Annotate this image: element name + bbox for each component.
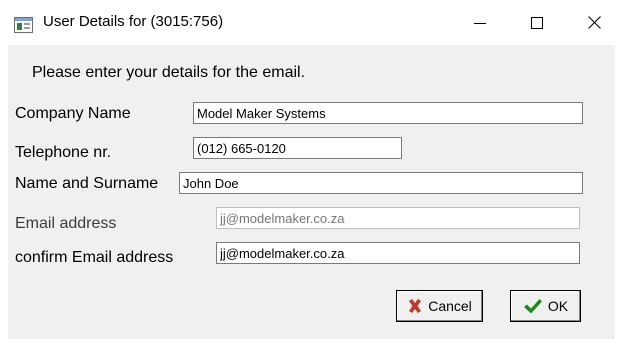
app-window-icon [14, 17, 33, 33]
confirm-email-label: confirm Email address [15, 249, 174, 266]
ok-button[interactable]: OK [510, 290, 581, 322]
telephone-label: Telephone nr. [15, 144, 112, 161]
user-details-dialog: User Details for (3015:756) Please enter… [0, 0, 623, 339]
title-bar[interactable]: User Details for (3015:756) [0, 0, 623, 45]
close-button[interactable] [571, 0, 617, 45]
email-label: Email address [15, 215, 117, 232]
close-icon [587, 16, 601, 29]
company-name-input[interactable] [193, 102, 583, 124]
company-name-label: Company Name [15, 105, 131, 122]
email-input[interactable] [216, 207, 580, 229]
cancel-button[interactable]: Cancel [396, 290, 483, 322]
telephone-input[interactable] [193, 137, 402, 159]
name-surname-label: Name and Surname [15, 175, 159, 192]
ok-button-label: OK [547, 298, 569, 314]
window-title: User Details for (3015:756) [43, 13, 224, 30]
cancel-button-label: Cancel [428, 298, 472, 314]
minimize-button[interactable] [457, 0, 503, 45]
x-icon [409, 299, 422, 313]
check-icon [523, 298, 542, 313]
minimize-icon [474, 22, 486, 24]
name-surname-input[interactable] [179, 172, 583, 194]
dialog-body: Please enter your details for the email.… [8, 45, 615, 339]
maximize-button[interactable] [514, 0, 560, 45]
confirm-email-input[interactable] [216, 242, 580, 264]
instruction-text: Please enter your details for the email. [32, 64, 306, 81]
maximize-icon [531, 16, 543, 29]
